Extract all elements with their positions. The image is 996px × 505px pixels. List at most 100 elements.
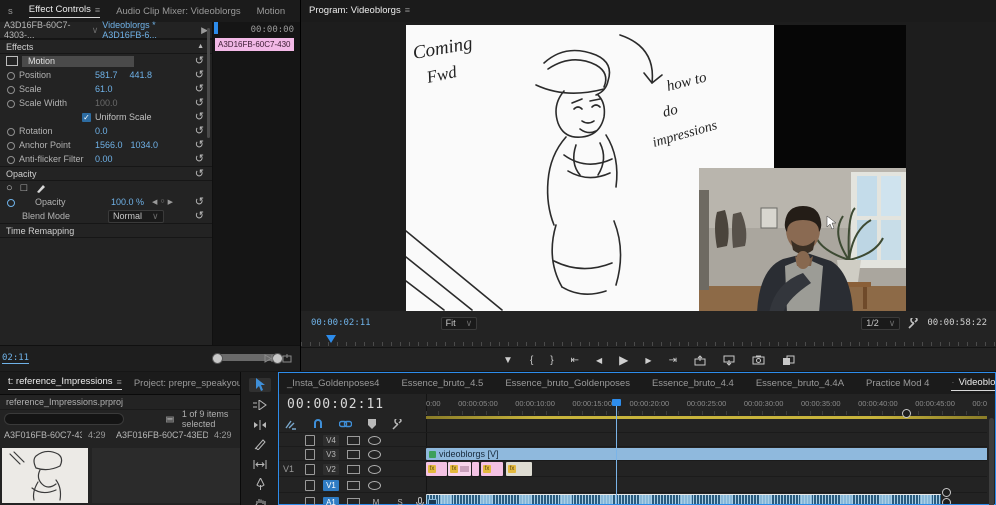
anchor-stopwatch-icon[interactable] [6,142,16,149]
lock-icon[interactable] [305,449,315,460]
chevron-down-icon[interactable]: ∨ [92,25,99,36]
comparison-view-button[interactable] [782,355,795,366]
source-patch-icon[interactable] [347,450,360,459]
zoom-handle-left[interactable] [212,353,223,364]
uniform-scale-checkbox[interactable]: ✓ [82,113,91,122]
step-forward-button[interactable]: ▶ [645,356,651,365]
pink-clip-4[interactable]: fx [481,462,503,476]
tab-sequence-5[interactable]: Essence_bruto_4.4A [756,378,844,389]
pink-clip-3[interactable] [472,462,479,476]
reset-position-icon[interactable]: ↺ [195,70,204,80]
fit-select[interactable]: Fit ∨ [441,317,478,330]
next-keyframe-icon[interactable]: ▶ [168,198,173,206]
ec-footer-timecode[interactable]: 02:11 [2,353,29,364]
scroll-handle[interactable] [902,409,911,418]
track-lane-v2[interactable]: fx fx fx fx [426,460,987,477]
prev-keyframe-icon[interactable]: ◀ [152,198,157,206]
program-scrub-bar[interactable] [301,335,996,346]
slip-tool[interactable] [249,457,271,471]
tab-reference-impressions[interactable]: t: reference_Impressions ≡ [8,376,122,390]
source-clip-selector[interactable]: A3D16FB-60C7-4303-... [4,20,88,40]
reset-uniform-icon[interactable]: ↺ [195,112,204,122]
lift-button[interactable] [694,355,706,366]
scale-width-stopwatch-icon[interactable] [6,100,16,107]
gray-clip-5[interactable]: fx [506,462,532,476]
program-timecode[interactable]: 00:00:02:11 [311,318,371,328]
panel-menu-icon[interactable]: ≡ [117,377,122,387]
track-lane-v4[interactable] [426,432,987,447]
track-lane-v1[interactable] [426,476,987,493]
tab-sequence-1[interactable]: _Insta_Goldenposes4 [287,378,379,389]
project-item-1-thumbnail[interactable] [2,448,88,503]
project-root-path[interactable]: reference_Impressions.prproj [0,395,240,410]
blend-mode-select[interactable]: Normal ∨ [108,210,164,223]
nest-sequence-icon[interactable] [285,419,297,430]
razor-tool[interactable] [249,438,271,452]
motion-effect-row[interactable]: Motion ↺ [0,54,212,68]
list-view-icon[interactable] [166,415,174,424]
selection-tool[interactable] [249,378,271,392]
timeline-vertical-scrollbar[interactable] [989,418,994,505]
toggle-output-eye-icon[interactable] [368,450,381,459]
track-lane-a1[interactable] [426,492,987,504]
add-marker-button[interactable]: ▼ [503,355,513,366]
timeline-timecode[interactable]: 00:00:02:11 [287,397,384,412]
tab-sequence-3[interactable]: Essence_bruto_Goldenposes [505,378,630,389]
tab-program[interactable]: Program: Videoblorgs ≡ [309,5,410,18]
reset-blend-icon[interactable]: ↺ [195,211,204,221]
effect-controls-scrollbar[interactable] [207,28,210,138]
rotation-value[interactable]: 0.0 [95,126,108,136]
lock-icon[interactable] [305,464,315,475]
play-around-icon[interactable] [264,354,274,363]
tab-sequence-videoblorgs[interactable]: · Videoblorgs ≡ [951,377,995,391]
project-item-1[interactable]: A3F016FB-60C7-4303-9135... 4:29 [0,430,112,440]
go-to-out-button[interactable]: ⇥ [669,355,677,366]
panel-menu-icon[interactable]: ≡ [405,5,410,15]
collapse-icon[interactable]: ▲ [197,42,204,52]
settings-wrench-icon[interactable] [908,318,919,329]
tab-effect-controls[interactable]: Effect Controls ≡ [29,4,100,18]
mark-out-button[interactable]: } [550,355,553,366]
toggle-output-eye-icon[interactable] [368,436,381,445]
source-patch-icon[interactable] [347,465,360,474]
position-stopwatch-icon[interactable] [6,72,16,79]
add-keyframe-icon[interactable]: ○ [160,198,164,206]
track-v4-button[interactable]: V4 [323,435,339,446]
extract-button[interactable] [723,355,735,366]
position-x-value[interactable]: 581.7 [95,70,118,80]
opacity-stopwatch-icon[interactable] [6,199,16,206]
track-lane-v3[interactable]: videoblorgs [V] [426,446,987,461]
tab-sequence-4[interactable]: Essence_bruto_4.4 [652,378,734,389]
reset-anti-flicker-icon[interactable]: ↺ [195,154,204,164]
reset-opacity-section-icon[interactable]: ↺ [195,169,204,179]
ripple-edit-tool[interactable] [249,418,271,432]
timeline-settings-wrench-icon[interactable] [392,419,403,430]
anchor-x-value[interactable]: 1566.0 [95,140,123,150]
reset-anchor-icon[interactable]: ↺ [195,140,204,150]
track-v2-button[interactable]: V2 [323,464,339,475]
panel-menu-icon[interactable]: ≡ [95,5,100,15]
tab-partial[interactable]: s [8,6,13,17]
track-select-forward-tool[interactable] [249,398,271,412]
playback-resolution-select[interactable]: 1/2 ∨ [861,317,900,330]
pen-mask-icon[interactable] [35,182,47,194]
track-a1-button[interactable]: A1 [323,497,339,505]
tab-audio-clip-mixer[interactable]: Audio Clip Mixer: Videoblorgs [116,6,240,17]
add-marker-icon[interactable] [368,419,376,429]
source-patch-icon[interactable] [347,436,360,445]
linked-selection-icon[interactable] [339,419,352,429]
step-back-button[interactable]: ◀ [596,356,602,365]
hand-tool[interactable] [249,497,271,505]
tab-project-prepre[interactable]: Project: prepre_speakyoutube [134,378,240,389]
program-playhead[interactable] [326,335,336,343]
go-to-in-button[interactable]: ⇤ [571,355,579,366]
ellipse-mask-icon[interactable]: ○ [6,182,13,194]
ec-playhead[interactable] [214,22,218,34]
lock-icon[interactable] [305,435,315,446]
tab-sequence-6[interactable]: Practice Mod 4 [866,378,929,389]
audio-clip-a1[interactable] [426,494,941,504]
position-y-value[interactable]: 441.8 [130,70,153,80]
source-patch-icon[interactable] [347,498,360,505]
opacity-value[interactable]: 100.0 % [111,197,144,207]
export-frame-icon[interactable] [282,354,292,363]
